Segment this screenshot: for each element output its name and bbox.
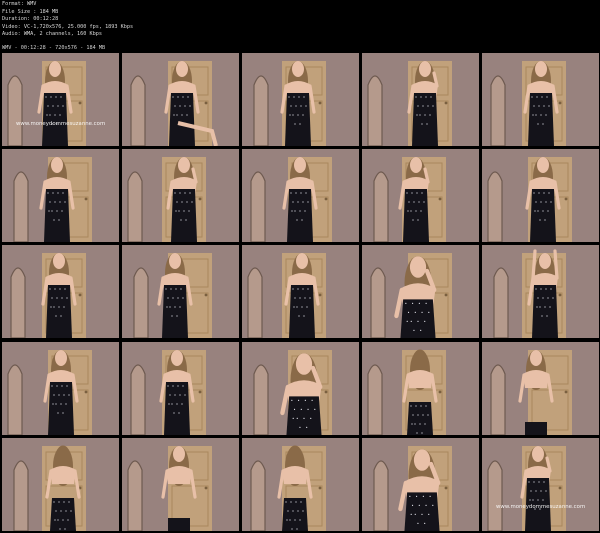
video-thumbnail	[482, 53, 599, 146]
thumbnail-frame	[362, 149, 479, 243]
thumbnail-frame	[362, 245, 479, 339]
video-thumbnail	[242, 53, 359, 146]
thumbnail-frame	[362, 341, 479, 435]
video-thumbnail	[362, 245, 479, 339]
video-thumbnail	[122, 149, 239, 243]
file-info-header: Format: WMV File Size : 184 MB Duration:…	[2, 1, 133, 39]
video-thumbnail	[362, 437, 479, 531]
thumbnail-frame	[2, 437, 119, 531]
video-thumbnail: www.moneydommesuzanne.com	[2, 53, 119, 146]
file-size-line: File Size : 184 MB	[2, 8, 59, 15]
video-thumbnail	[242, 341, 359, 435]
video-thumbnail	[122, 245, 239, 339]
thumbnail-frame	[482, 53, 599, 146]
duration-line: Duration: 00:12:28	[2, 16, 59, 23]
video-thumbnail	[122, 437, 239, 531]
thumbnail-frame	[2, 53, 119, 146]
thumbnail-frame	[122, 53, 239, 146]
thumbnail-frame	[2, 245, 119, 339]
thumbnail-frame	[242, 437, 359, 531]
thumbnail-frame	[482, 437, 599, 531]
thumbnail-frame	[2, 341, 119, 435]
video-thumbnail	[482, 245, 599, 339]
thumbnail-frame	[242, 149, 359, 243]
video-thumbnail	[2, 245, 119, 339]
video-thumbnail	[2, 149, 119, 243]
thumbnail-frame	[482, 149, 599, 243]
thumbnail-frame	[242, 245, 359, 339]
video-thumbnail	[242, 245, 359, 339]
video-line: Video: VC-1,720x576, 25.000 fps, 1893 Kb…	[2, 23, 134, 30]
thumbnail-frame	[122, 245, 239, 339]
watermark-text: www.moneydommesuzanne.com	[16, 121, 106, 127]
video-thumbnail	[122, 341, 239, 435]
video-thumbnail	[362, 341, 479, 435]
video-thumbnail	[2, 437, 119, 531]
video-thumbnail	[2, 341, 119, 435]
format-line: Format: WMV	[2, 1, 37, 7]
audio-line: Audio: WMA, 2 channels, 160 Kbps	[2, 31, 102, 38]
watermark-text: www.moneydommesuzanne.com	[496, 503, 586, 510]
thumbnail-frame	[362, 53, 479, 146]
video-thumbnail	[122, 53, 239, 146]
thumbnail-frame	[122, 341, 239, 435]
thumbnail-frame	[242, 341, 359, 435]
video-thumbnail	[242, 437, 359, 531]
video-thumbnail: www.moneydommesuzanne.com	[482, 437, 599, 531]
video-thumbnail	[362, 53, 479, 146]
thumbnail-frame	[242, 53, 359, 146]
video-thumbnail	[482, 149, 599, 243]
thumbnail-frame	[122, 149, 239, 243]
thumbnail-grid: www.moneydommesuzanne.com www.moneydommes…	[2, 53, 599, 531]
thumbnail-frame	[362, 437, 479, 531]
video-thumbnail	[362, 149, 479, 243]
thumbnail-frame	[482, 245, 599, 339]
thumbnail-frame	[482, 341, 599, 435]
video-thumbnail	[242, 149, 359, 243]
sheet-caption: WMV - 00:12:28 - 720x576 - 184 MB	[2, 45, 106, 51]
thumbnail-frame	[122, 437, 239, 531]
thumbnail-frame	[2, 149, 119, 243]
video-thumbnail	[482, 341, 599, 435]
